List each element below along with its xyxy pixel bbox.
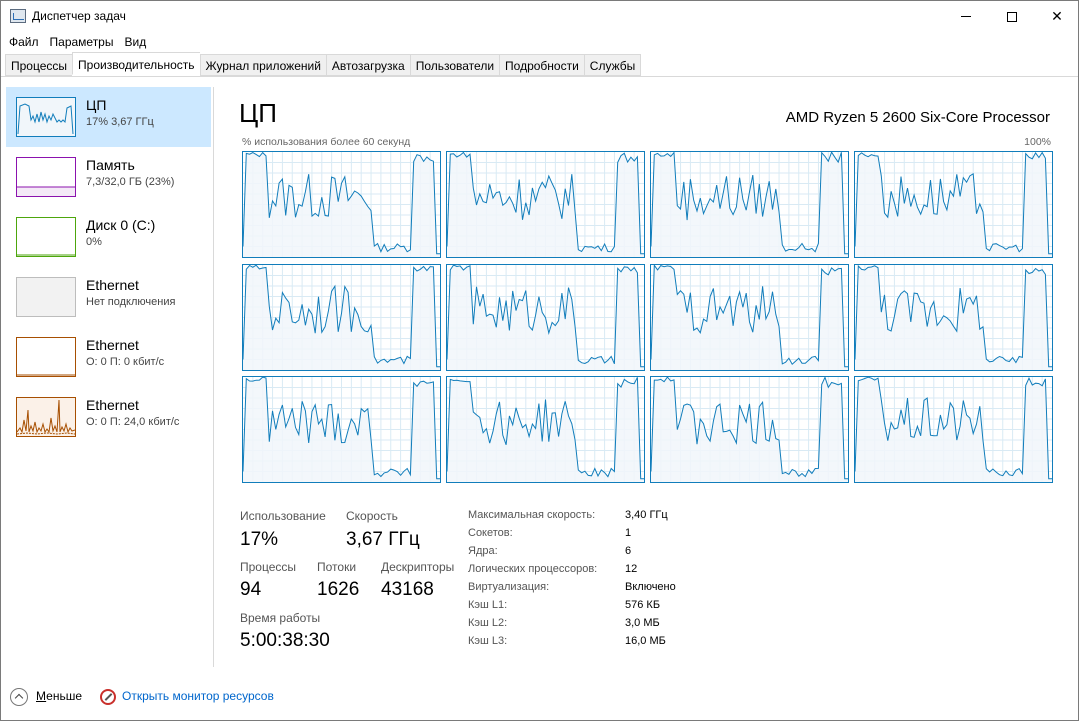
memory-thumbnail-graph xyxy=(16,157,76,197)
ethernet-thumbnail-graph xyxy=(16,277,76,317)
chevron-up-icon[interactable] xyxy=(10,688,28,706)
sidebar-item-title: Ethernet xyxy=(86,397,139,413)
sidebar-item-title: Ethernet xyxy=(86,337,139,353)
close-button[interactable]: ✕ xyxy=(1034,1,1079,32)
logical-processor-graph xyxy=(242,151,441,258)
logical-processors-value: 12 xyxy=(625,563,638,575)
uptime-value: 5:00:38:30 xyxy=(240,630,330,651)
l1-cache-value: 576 КБ xyxy=(625,599,661,611)
sidebar-item-subtitle: Нет подключения xyxy=(86,296,176,308)
cores-value: 6 xyxy=(625,545,632,557)
l2-cache-value: 3,0 МБ xyxy=(625,617,660,629)
page-title: ЦП xyxy=(239,98,277,128)
logical-processor-graph xyxy=(242,263,441,371)
tab-services[interactable]: Службы xyxy=(583,54,642,76)
logical-processor-graphs xyxy=(242,151,1053,483)
processes-label: Процессы xyxy=(240,560,297,574)
tab-details[interactable]: Подробности xyxy=(499,54,584,76)
tab-performance[interactable]: Производительность xyxy=(72,52,200,75)
sidebar-item-memory[interactable]: Память 7,3/32,0 ГБ (23%) xyxy=(6,147,211,207)
sidebar-item-disk[interactable]: Диск 0 (C:) 0% xyxy=(6,207,211,267)
menu-options[interactable]: Параметры xyxy=(50,32,121,52)
menu-bar: Файл Параметры Вид xyxy=(1,32,1078,52)
graph-axis-label: % использования более 60 секунд xyxy=(242,136,411,148)
sidebar-item-subtitle: О: 0 П: 24,0 кбит/с xyxy=(86,416,180,428)
close-icon: ✕ xyxy=(1051,8,1063,24)
speed-value: 3,67 ГГц xyxy=(346,529,420,550)
sidebar-item-subtitle: 17% 3,67 ГГц xyxy=(86,116,154,128)
sidebar-item-ethernet-1[interactable]: Ethernet О: 0 П: 0 кбит/с xyxy=(6,327,211,387)
graph-max-label: 100% xyxy=(1024,136,1051,148)
maximize-icon xyxy=(1007,11,1017,22)
handles-value: 43168 xyxy=(381,579,434,600)
sidebar-item-subtitle: 0% xyxy=(86,236,102,248)
l3-cache-value: 16,0 МБ xyxy=(625,635,666,647)
sockets-label: Сокетов: xyxy=(468,527,513,539)
footer-bar: Меньше Открыть монитор ресурсов xyxy=(1,683,1078,713)
logical-processor-graph xyxy=(854,263,1053,371)
usage-value: 17% xyxy=(240,529,279,550)
sidebar-item-cpu[interactable]: ЦП 17% 3,67 ГГц xyxy=(6,87,211,147)
minimize-button[interactable] xyxy=(943,1,989,32)
uptime-label: Время работы xyxy=(240,611,321,625)
tab-strip: Процессы Производительность Журнал прило… xyxy=(5,52,642,76)
logical-processor-graph xyxy=(650,263,849,371)
logical-processor-graph xyxy=(446,376,645,483)
virtualization-label: Виртуализация: xyxy=(468,581,550,593)
max-speed-label: Максимальная скорость: xyxy=(468,509,596,521)
tab-startup[interactable]: Автозагрузка xyxy=(325,54,410,76)
logical-processor-graph xyxy=(854,376,1053,483)
title-bar: Диспетчер задач ✕ xyxy=(1,1,1078,32)
l3-cache-label: Кэш L3: xyxy=(468,635,508,647)
logical-processor-graph xyxy=(446,263,645,371)
l2-cache-label: Кэш L2: xyxy=(468,617,508,629)
resource-sidebar: ЦП 17% 3,67 ГГц Память 7,3/32,0 ГБ (23%)… xyxy=(6,87,211,667)
speed-label: Скорость xyxy=(346,509,398,523)
threads-label: Потоки xyxy=(317,560,357,574)
handles-label: Дескрипторы xyxy=(381,560,455,574)
sidebar-item-title: Ethernet xyxy=(86,277,139,293)
cpu-model-name: AMD Ryzen 5 2600 Six-Core Processor xyxy=(785,109,1050,126)
ethernet-thumbnail-graph xyxy=(16,397,76,437)
usage-label: Использование xyxy=(240,509,326,523)
sidebar-item-ethernet-disconnected[interactable]: Ethernet Нет подключения xyxy=(6,267,211,327)
l1-cache-label: Кэш L1: xyxy=(468,599,508,611)
sidebar-item-title: ЦП xyxy=(86,97,107,113)
menu-file[interactable]: Файл xyxy=(9,32,46,52)
ethernet-thumbnail-graph xyxy=(16,337,76,377)
minimize-icon xyxy=(961,16,971,17)
logical-processor-graph xyxy=(242,376,441,483)
cores-label: Ядра: xyxy=(468,545,498,557)
task-manager-icon xyxy=(10,9,26,23)
resource-monitor-icon xyxy=(100,689,116,705)
fewer-details-button[interactable]: Меньше xyxy=(36,689,82,703)
sidebar-item-title: Диск 0 (C:) xyxy=(86,217,156,233)
tab-users[interactable]: Пользователи xyxy=(409,54,500,76)
processes-value: 94 xyxy=(240,579,262,600)
maximize-button[interactable] xyxy=(989,1,1035,32)
tab-divider xyxy=(1,76,1078,77)
sidebar-item-title: Память xyxy=(86,157,135,173)
logical-processor-graph xyxy=(650,151,849,258)
open-resource-monitor-link[interactable]: Открыть монитор ресурсов xyxy=(122,689,274,703)
virtualization-value: Включено xyxy=(625,581,676,593)
cpu-thumbnail-graph xyxy=(16,97,76,137)
logical-processor-graph xyxy=(446,151,645,258)
disk-thumbnail-graph xyxy=(16,217,76,257)
window-title: Диспетчер задач xyxy=(32,9,126,23)
sidebar-divider xyxy=(213,87,214,667)
sidebar-item-subtitle: 7,3/32,0 ГБ (23%) xyxy=(86,176,175,188)
logical-processor-graph xyxy=(650,376,849,483)
max-speed-value: 3,40 ГГц xyxy=(625,509,668,521)
sockets-value: 1 xyxy=(625,527,632,539)
task-manager-window: Диспетчер задач ✕ Файл Параметры Вид Про… xyxy=(0,0,1079,721)
tab-app-history[interactable]: Журнал приложений xyxy=(199,54,326,76)
logical-processors-label: Логических процессоров: xyxy=(468,563,598,575)
menu-view[interactable]: Вид xyxy=(124,32,153,52)
logical-processor-graph xyxy=(854,151,1053,258)
tab-processes[interactable]: Процессы xyxy=(5,54,73,76)
sidebar-item-ethernet-2[interactable]: Ethernet О: 0 П: 24,0 кбит/с xyxy=(6,387,211,447)
threads-value: 1626 xyxy=(317,579,360,600)
sidebar-item-subtitle: О: 0 П: 0 кбит/с xyxy=(86,356,165,368)
